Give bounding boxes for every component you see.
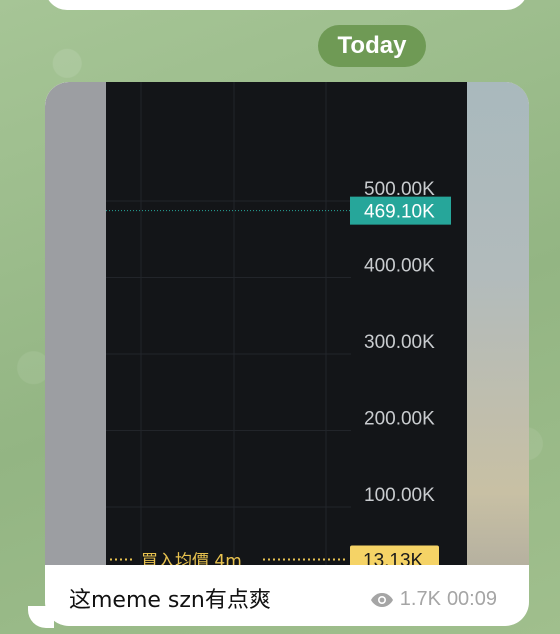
chart-svg: 500.00K400.00K300.00K200.00K100.00K469.1… bbox=[106, 82, 451, 565]
avg-buy-label: 13.13K bbox=[363, 550, 424, 565]
y-tick-label: 300.00K bbox=[364, 332, 435, 353]
blurred-edge bbox=[467, 82, 529, 565]
y-tick-label: 100.00K bbox=[364, 485, 435, 506]
date-separator: Today bbox=[318, 25, 426, 67]
message-meta: 1.7K 00:09 bbox=[370, 588, 503, 611]
chart-screenshot[interactable]: 500.00K 400.00K 300.00K 200.00K 100.00K 469.1… bbox=[45, 82, 529, 565]
current-price-label: 469.10K bbox=[364, 202, 435, 223]
message-caption: 这meme szn有点爽 bbox=[69, 588, 271, 613]
price-chart: 500.00K 400.00K 300.00K 200.00K 100.00K 469.1… bbox=[106, 82, 468, 565]
y-tick-label: 400.00K bbox=[364, 256, 435, 277]
message-bubble[interactable]: 500.00K 400.00K 300.00K 200.00K 100.00K 469.1… bbox=[45, 82, 529, 626]
eye-icon bbox=[370, 592, 393, 607]
previous-message-bubble bbox=[45, 0, 528, 10]
view-count: 1.7K bbox=[399, 588, 441, 610]
bubble-tail bbox=[28, 606, 54, 628]
y-tick-label: 200.00K bbox=[364, 409, 435, 430]
avg-buy-text: 買入均價 4m bbox=[141, 551, 242, 565]
message-time: 00:09 bbox=[446, 588, 497, 610]
